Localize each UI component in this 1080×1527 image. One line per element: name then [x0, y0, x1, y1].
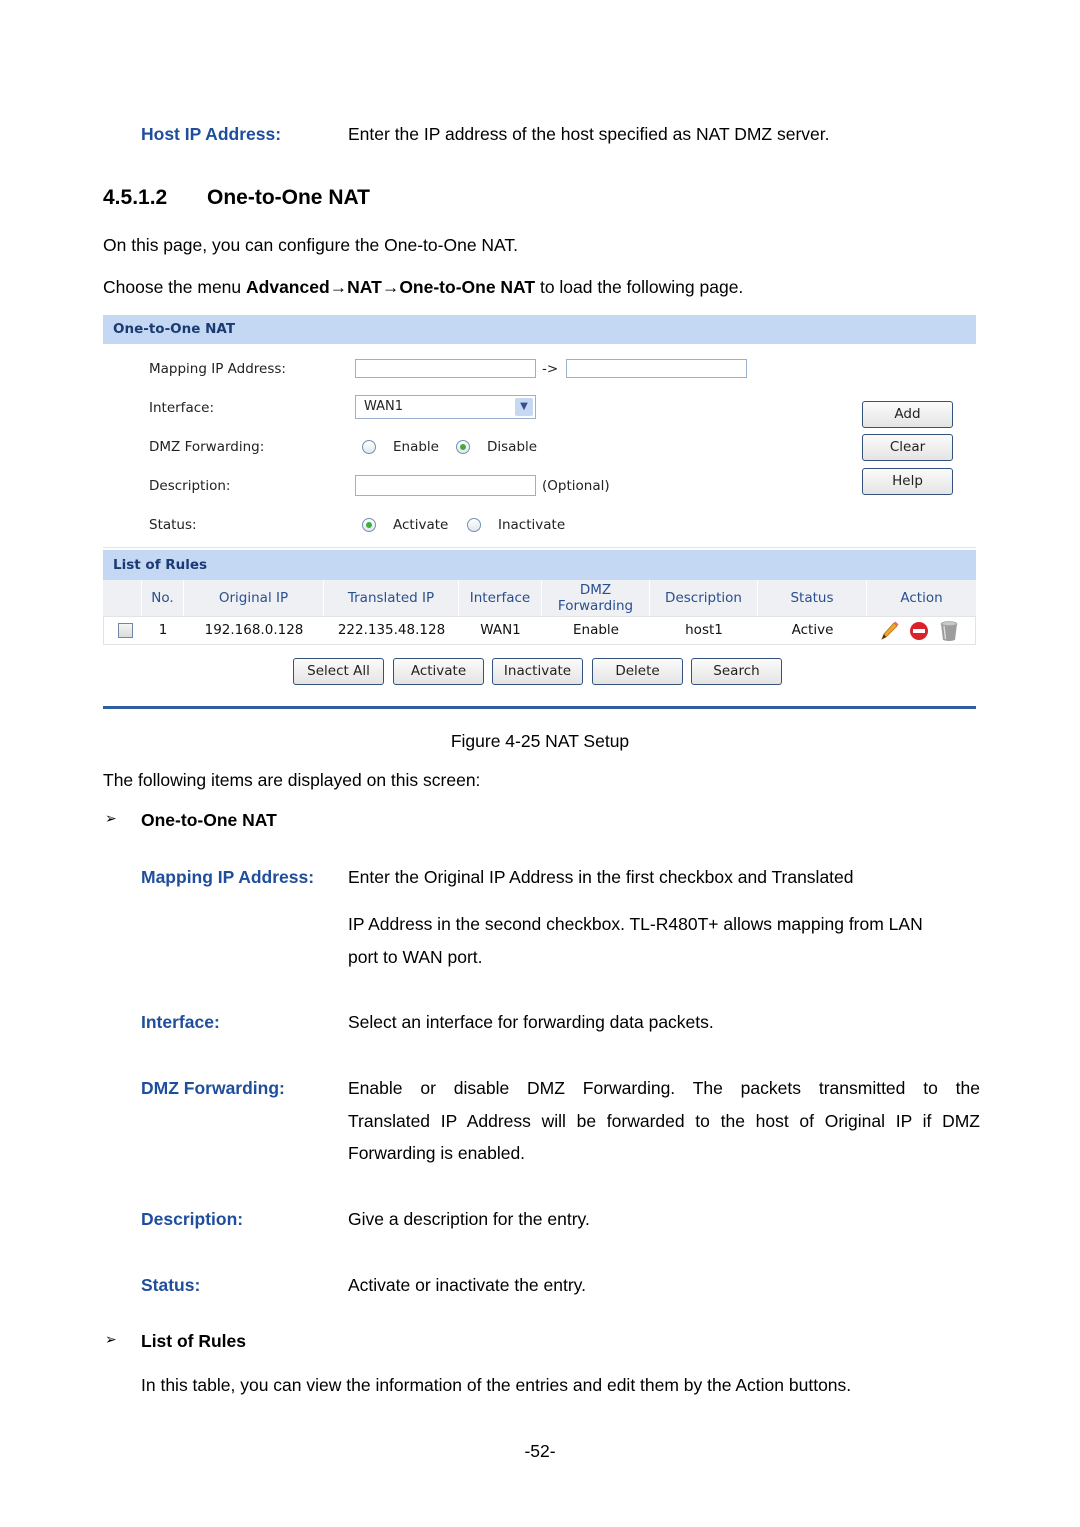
section-number: 4.5.1.2 [103, 186, 168, 209]
one-to-one-nat-header: One-to-One NAT [103, 315, 976, 344]
items-intro: The following items are displayed on thi… [103, 770, 481, 790]
search-button[interactable]: Search [691, 658, 782, 685]
bullet-one-to-one-nat: One-to-One NAT [141, 810, 277, 830]
col-dmz-forwarding: DMZ Forwarding [541, 580, 649, 616]
menu-path-paragraph: Choose the menu Advanced→NAT→One-to-One … [103, 276, 743, 298]
interface-label: Interface: [149, 400, 214, 416]
col-description: Description [649, 580, 757, 616]
field-label-mapping-ip: Mapping IP Address: [141, 867, 315, 887]
col-interface: Interface [458, 580, 541, 616]
dmz-disable-label: Disable [487, 439, 538, 455]
host-ip-label: Host IP Address: [141, 124, 282, 144]
cell-dmz: Enable [573, 622, 619, 638]
chevron-down-icon[interactable]: ▼ [515, 398, 533, 416]
divider [103, 547, 976, 548]
col-translated-ip: Translated IP [323, 580, 458, 616]
cell-interface: WAN1 [480, 622, 521, 638]
clear-button[interactable]: Clear [862, 434, 953, 461]
delete-icon[interactable] [938, 620, 960, 642]
cell-translated-ip: 222.135.48.128 [337, 622, 446, 638]
field-desc-dmz-1: Enable or disable DMZ Forwarding. The pa… [348, 1078, 980, 1098]
field-desc-description: Give a description for the entry. [348, 1209, 590, 1229]
field-desc-status: Activate or inactivate the entry. [348, 1275, 586, 1295]
section-title: One-to-One NAT [207, 186, 370, 209]
section-heading: 4.5.1.2 One-to-One NAT [103, 186, 370, 210]
menu-path-prefix: Choose the menu [103, 277, 247, 297]
field-desc-interface: Select an interface for forwarding data … [348, 1012, 714, 1032]
col-select [103, 580, 141, 616]
field-label-interface: Interface: [141, 1012, 220, 1032]
interface-select-value: WAN1 [364, 399, 404, 414]
field-desc-dmz-2: Translated IP Address will be forwarded … [348, 1111, 980, 1131]
dmz-enable-label: Enable [393, 439, 439, 455]
field-desc-dmz-3: Forwarding is enabled. [348, 1143, 526, 1163]
rules-table-header: No. Original IP Translated IP Interface … [103, 580, 976, 616]
menu-path: Advanced→NAT→One-to-One NAT [246, 277, 536, 297]
cell-status: Active [791, 622, 834, 638]
mapping-arrow: -> [542, 361, 559, 377]
panel-bottom-border [103, 706, 976, 709]
dmz-disable-radio[interactable] [456, 440, 470, 454]
status-activate-radio[interactable] [362, 518, 376, 532]
mapping-ip-label: Mapping IP Address: [149, 361, 286, 377]
nat-setup-screenshot: One-to-One NAT Mapping IP Address: -> In… [103, 315, 976, 709]
col-action: Action [866, 580, 976, 616]
cell-description: host1 [685, 622, 723, 638]
bullet-arrow-icon: ➢ [105, 1331, 117, 1347]
add-button[interactable]: Add [862, 401, 953, 428]
field-desc-mapping-ip-3: port to WAN port. [348, 947, 483, 967]
bullet-arrow-icon: ➢ [105, 810, 117, 826]
figure-caption: Figure 4-25 NAT Setup [450, 731, 630, 751]
page-number: -52- [524, 1441, 556, 1461]
dmz-forwarding-label: DMZ Forwarding: [149, 439, 265, 455]
col-dmz-line2: Forwarding [557, 598, 634, 614]
dmz-enable-radio[interactable] [362, 440, 376, 454]
status-label: Status: [149, 517, 197, 533]
field-desc-mapping-ip-2: IP Address in the second checkbox. TL-R4… [348, 914, 923, 934]
cell-no: 1 [158, 622, 168, 638]
table-row: 1 192.168.0.128 222.135.48.128 WAN1 Enab… [103, 616, 976, 645]
col-status: Status [757, 580, 866, 616]
menu-path-suffix: to load the following page. [535, 277, 744, 297]
field-label-dmz-forwarding: DMZ Forwarding: [141, 1078, 285, 1098]
rules-description: In this table, you can view the informat… [141, 1375, 852, 1395]
delete-button[interactable]: Delete [592, 658, 683, 685]
inactivate-button[interactable]: Inactivate [492, 658, 583, 685]
col-dmz-line1: DMZ [579, 582, 612, 598]
mapping-original-ip-input[interactable] [355, 359, 536, 378]
mapping-translated-ip-input[interactable] [566, 359, 747, 378]
description-input[interactable] [355, 475, 536, 496]
select-all-button[interactable]: Select All [293, 658, 384, 685]
col-original-ip: Original IP [183, 580, 323, 616]
status-inactivate-radio[interactable] [467, 518, 481, 532]
activate-button[interactable]: Activate [393, 658, 484, 685]
field-label-description: Description: [141, 1209, 244, 1229]
disable-icon[interactable] [908, 620, 930, 642]
col-no: No. [141, 580, 183, 616]
host-ip-description: Enter the IP address of the host specifi… [348, 124, 830, 144]
bullet-list-of-rules: List of Rules [141, 1331, 247, 1351]
edit-icon[interactable] [878, 620, 900, 642]
description-optional-hint: (Optional) [542, 478, 610, 494]
interface-select[interactable]: WAN1 ▼ [355, 395, 536, 419]
list-of-rules-header: List of Rules [103, 550, 976, 580]
help-button[interactable]: Help [862, 468, 953, 495]
status-activate-label: Activate [393, 517, 449, 533]
description-label: Description: [149, 478, 231, 494]
cell-original-ip: 192.168.0.128 [204, 622, 304, 638]
row-checkbox[interactable] [118, 623, 133, 638]
section-paragraph: On this page, you can configure the One-… [103, 235, 519, 255]
field-label-status: Status: [141, 1275, 201, 1295]
field-desc-mapping-ip-1: Enter the Original IP Address in the fir… [348, 867, 854, 887]
status-inactivate-label: Inactivate [498, 517, 566, 533]
